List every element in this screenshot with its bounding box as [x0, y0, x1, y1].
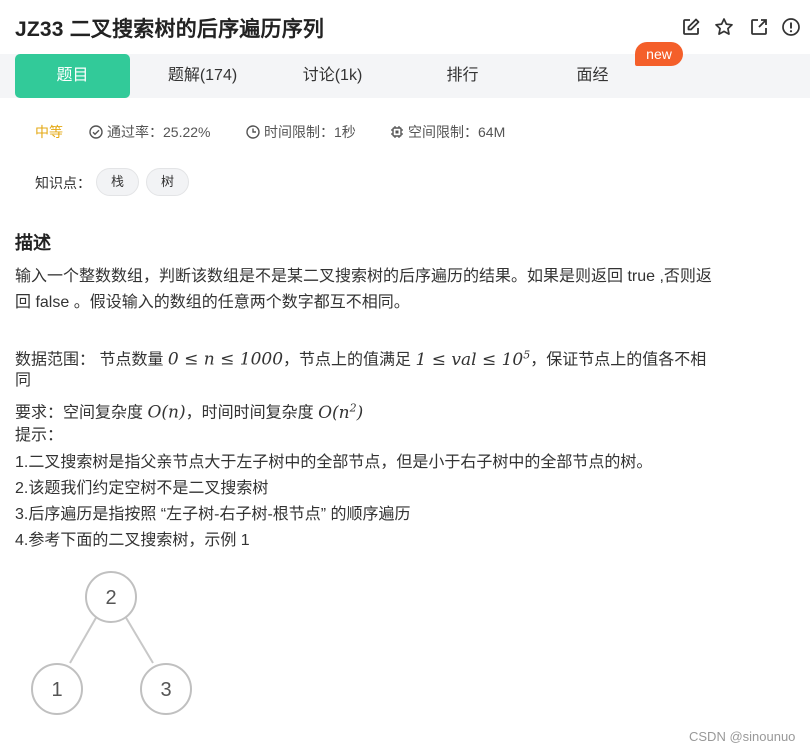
space-limit-text: 空间限制：64M [408, 124, 506, 140]
req-math-2-exp: 2 [349, 401, 357, 414]
hint-4: 4.参考下面的二叉搜索树，示例 1 [15, 532, 250, 549]
tag-stack[interactable]: 栈 [96, 168, 140, 196]
time-limit-text: 时间限制：1秒 [264, 124, 356, 140]
range-suffix: ，保证节点上的值各不相 [530, 351, 707, 369]
pass-rate: 通过率：25.22% [89, 122, 210, 142]
pass-rate-text: 通过率：25.22% [107, 124, 211, 140]
difficulty-label: 中等 [35, 124, 63, 140]
hint-2: 2.该题我们约定空树不是二叉搜索树 [15, 480, 269, 497]
edit-icon[interactable] [681, 17, 701, 37]
req-mid: ，时间时间复杂度 [185, 404, 319, 422]
new-badge: new [635, 42, 683, 66]
star-icon[interactable] [714, 17, 734, 37]
req-math-2-base: O(n [318, 402, 350, 423]
chip-icon [390, 125, 404, 139]
range-math-2-base: 1 ≤ val ≤ 10 [415, 349, 524, 370]
problem-header: JZ33 二叉搜索树的后序遍历序列 [0, 0, 810, 54]
tab-discussion[interactable]: 讨论(1k) [275, 54, 390, 98]
edge-left [69, 615, 98, 664]
tag-tree[interactable]: 树 [146, 168, 190, 196]
check-circle-icon [89, 125, 103, 139]
range-mid: ，节点上的值满足 [283, 351, 416, 369]
req-math-2-close: ) [356, 402, 364, 423]
req-math-1: O(n) [147, 402, 186, 423]
hint-title: 提示： [15, 427, 64, 444]
tab-problem[interactable]: 题目 [15, 54, 130, 98]
range-math-1: 0 ≤ n ≤ 1000 [167, 349, 284, 370]
req-prefix: 要求：空间复杂度 [15, 404, 148, 422]
tab-interview[interactable]: 面经 [535, 54, 650, 98]
problem-title: JZ33 二叉搜索树的后序遍历序列 [15, 18, 325, 41]
bst-example-diagram: 2 1 3 [31, 571, 192, 715]
requirement-line: 要求：空间复杂度 O(n)，时间时间复杂度 O(n2) [15, 395, 363, 427]
knowledge-label: 知识点： [35, 175, 91, 191]
tree-node-right-label: 3 [160, 679, 171, 701]
range-math-2: 1 ≤ val ≤ 105 [415, 348, 531, 370]
range-prefix: 数据范围： 节点数量 [15, 351, 168, 369]
tree-node-root-label: 2 [105, 587, 116, 609]
description-line-1: 输入一个整数数组，判断该数组是不是某二叉搜索树的后序遍历的结果。如果是则返回 t… [15, 268, 712, 285]
info-icon[interactable] [781, 17, 801, 37]
tab-bar: 题目 题解(174) 讨论(1k) 排行 面经 [0, 54, 810, 98]
tab-solutions[interactable]: 题解(174) [145, 54, 260, 98]
tree-node-left-label: 1 [51, 679, 62, 701]
edge-right [124, 615, 154, 664]
description-line-2: 回 false 。假设输入的数组的任意两个数字都互不相同。 [15, 294, 410, 311]
hint-3: 3.后序遍历是指按照 “左子树-右子树-根节点” 的顺序遍历 [15, 506, 411, 523]
share-icon[interactable] [749, 17, 769, 37]
clock-icon [246, 125, 260, 139]
data-range-line: 数据范围： 节点数量 0 ≤ n ≤ 1000，节点上的值满足 1 ≤ val … [15, 342, 706, 374]
req-math-2: O(n2) [318, 401, 364, 423]
data-range-line-2: 同 [15, 372, 32, 389]
tab-ranking[interactable]: 排行 [405, 54, 520, 98]
description-heading: 描述 [15, 233, 51, 253]
watermark: CSDN @sinounuo [689, 729, 796, 744]
space-limit: 空间限制：64M [390, 122, 505, 142]
hint-1: 1.二叉搜索树是指父亲节点大于左子树中的全部节点，但是小于右子树中的全部节点的树… [15, 454, 653, 471]
time-limit: 时间限制：1秒 [246, 122, 356, 142]
